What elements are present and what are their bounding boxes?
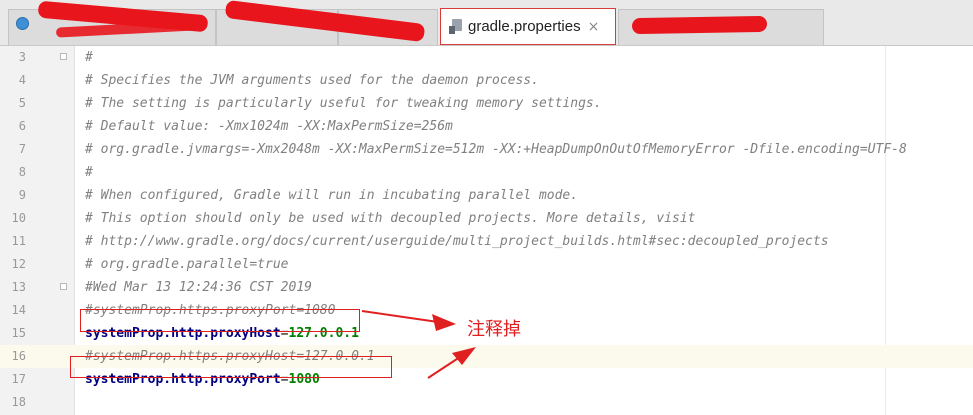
annotation-arrows (361, 310, 476, 379)
annotation-note: 注释掉 (467, 319, 521, 340)
